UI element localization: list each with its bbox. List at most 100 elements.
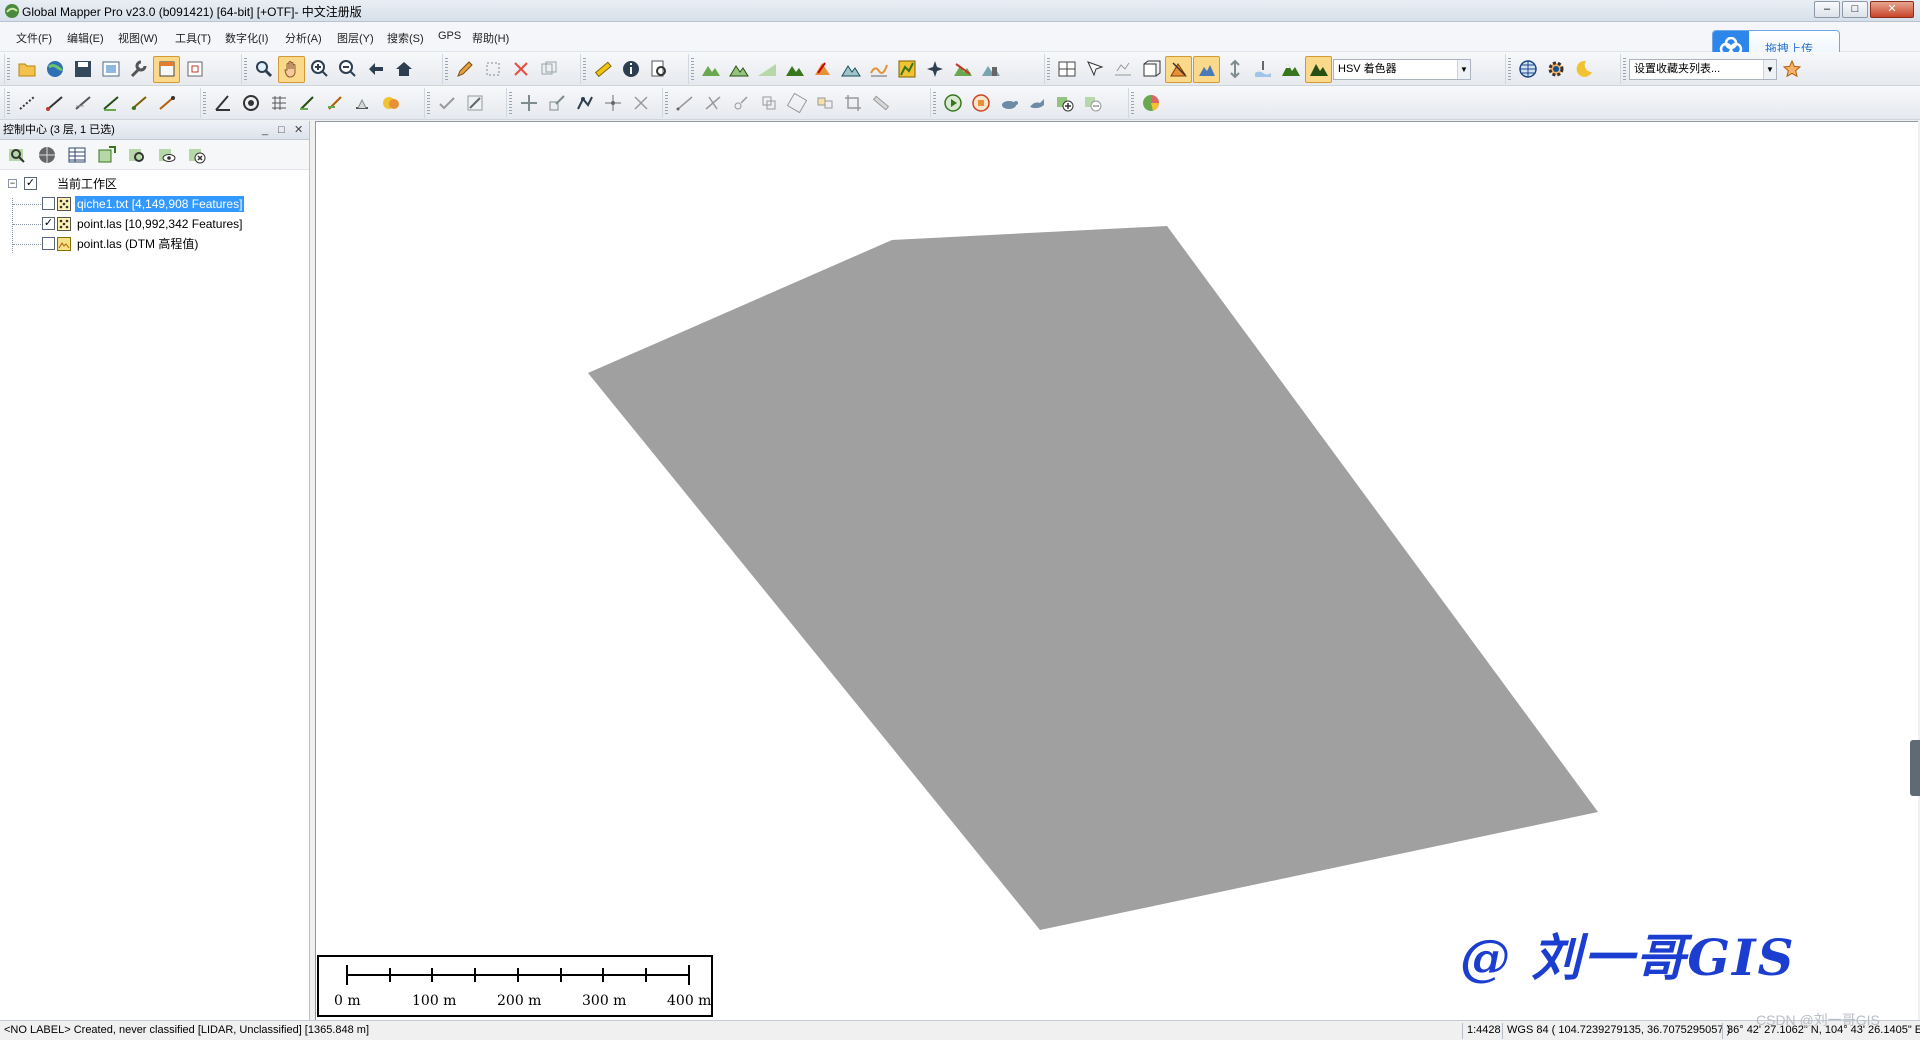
shader-select[interactable]: HSV 着色器 ▼	[1333, 58, 1471, 80]
cut-fill-icon[interactable]	[781, 56, 808, 83]
3d-path-icon[interactable]	[1109, 56, 1136, 83]
remove-waypoint-icon[interactable]	[1079, 90, 1106, 117]
split-view-icon[interactable]	[1053, 56, 1080, 83]
control-center-icon[interactable]	[153, 55, 180, 83]
menu-file[interactable]: 文件(F)	[16, 30, 52, 46]
terrain-color-icon[interactable]	[1277, 56, 1304, 83]
side-dock-tab[interactable]	[1910, 740, 1920, 796]
projection-globe-icon[interactable]	[1514, 56, 1541, 83]
home-icon[interactable]	[390, 56, 417, 83]
slope-icon[interactable]	[753, 56, 780, 83]
measure-ruler-icon[interactable]	[589, 56, 616, 83]
merge-feature-icon[interactable]	[349, 90, 376, 117]
online-data-globe-icon[interactable]	[41, 56, 68, 83]
select-rect-icon[interactable]	[479, 56, 506, 83]
layer-globe-icon[interactable]	[35, 143, 59, 167]
line-tool-6-icon[interactable]	[811, 90, 838, 117]
combine-shapes-icon[interactable]	[377, 90, 404, 117]
layer-row[interactable]: qiche1.txt [4,149,908 Features]	[0, 194, 309, 214]
favorite-star-icon[interactable]	[1778, 56, 1805, 83]
menu-view[interactable]: 视图(W)	[118, 30, 158, 46]
menu-gps[interactable]: GPS	[438, 30, 461, 42]
measure-line-icon[interactable]	[867, 90, 894, 117]
turtle-icon[interactable]	[995, 90, 1022, 117]
3d-view-icon[interactable]	[1137, 56, 1164, 83]
line-tool-3-icon[interactable]	[727, 90, 754, 117]
panel-minimize-button[interactable]: _	[262, 121, 268, 139]
panel-close-button[interactable]: ✕	[294, 121, 303, 139]
close-button[interactable]: ✕	[1870, 1, 1914, 18]
create-area-icon[interactable]	[97, 90, 124, 117]
extract-building-icon[interactable]	[977, 56, 1004, 83]
info-icon[interactable]	[617, 56, 644, 83]
shader-mountain-icon[interactable]	[1305, 55, 1332, 83]
zoom-tool-icon[interactable]	[250, 56, 277, 83]
menu-tools[interactable]: 工具(T)	[175, 30, 211, 46]
line-tool-2-icon[interactable]	[699, 90, 726, 117]
menu-search[interactable]: 搜索(S)	[387, 30, 424, 46]
copy-feature-icon[interactable]	[535, 56, 562, 83]
vertex-edit-icon[interactable]	[293, 90, 320, 117]
collapse-icon[interactable]: −	[8, 179, 17, 188]
target-icon[interactable]	[237, 90, 264, 117]
attribute-table-icon[interactable]	[65, 143, 89, 167]
watershed-icon[interactable]	[837, 56, 864, 83]
menu-help[interactable]: 帮助(H)	[472, 30, 509, 46]
reshape-icon[interactable]	[571, 90, 598, 117]
layer-row[interactable]: ✓ point.las [10,992,342 Features]	[0, 214, 309, 234]
add-waypoint-icon[interactable]	[1051, 90, 1078, 117]
terrain-icon[interactable]	[697, 56, 724, 83]
line-tool-icon[interactable]	[671, 90, 698, 117]
zoom-in-icon[interactable]	[306, 56, 333, 83]
line-tool-4-icon[interactable]	[755, 90, 782, 117]
line-tool-5-icon[interactable]	[783, 90, 810, 117]
contour-icon[interactable]	[725, 56, 752, 83]
layer-checkbox[interactable]	[42, 197, 55, 210]
menu-digitize[interactable]: 数字化(I)	[225, 30, 268, 46]
lidar-classify-icon[interactable]	[949, 56, 976, 83]
map-view[interactable]	[315, 121, 1918, 1020]
light-direction-icon[interactable]	[1081, 56, 1108, 83]
play-icon[interactable]	[939, 90, 966, 117]
favorites-select[interactable]: 设置收藏夹列表... ▼	[1629, 58, 1777, 80]
create-area-2-icon[interactable]	[125, 90, 152, 117]
shaded-relief-icon[interactable]	[1165, 55, 1192, 83]
export-image-icon[interactable]	[97, 56, 124, 83]
menu-edit[interactable]: 编辑(E)	[67, 30, 104, 46]
water-level-icon[interactable]	[1249, 56, 1276, 83]
edit-vertices-icon[interactable]	[461, 90, 488, 117]
pan-hand-icon[interactable]	[278, 55, 305, 83]
delete-x-icon[interactable]	[507, 56, 534, 83]
path-profile-icon[interactable]	[865, 56, 892, 83]
move-icon[interactable]	[515, 90, 542, 117]
raster-calc-icon[interactable]	[893, 56, 920, 83]
point-cloud-extent-polygon[interactable]	[588, 226, 1598, 930]
layer-checkbox[interactable]: ✓	[42, 217, 55, 230]
zoom-out-icon[interactable]	[334, 56, 361, 83]
vertical-exag-icon[interactable]	[1221, 56, 1248, 83]
save-icon[interactable]	[69, 56, 96, 83]
scale-icon[interactable]	[543, 90, 570, 117]
overview-map-icon[interactable]	[181, 56, 208, 83]
hillshade-icon[interactable]	[1193, 55, 1220, 83]
minimize-button[interactable]: –	[1814, 1, 1840, 18]
rotate-icon[interactable]	[627, 90, 654, 117]
panel-float-button[interactable]: □	[278, 121, 285, 139]
grid-edit-icon[interactable]	[265, 90, 292, 117]
create-point-icon[interactable]	[153, 90, 180, 117]
menu-analysis[interactable]: 分析(A)	[285, 30, 322, 46]
open-folder-icon[interactable]	[13, 56, 40, 83]
move-vertex-icon[interactable]	[599, 90, 626, 117]
crop-icon[interactable]	[839, 90, 866, 117]
workspace-checkbox[interactable]: ✓	[24, 177, 37, 190]
pencil-icon[interactable]	[451, 56, 478, 83]
layer-search-icon[interactable]	[125, 143, 149, 167]
search-feature-icon[interactable]	[645, 56, 672, 83]
checkmark-icon[interactable]	[433, 90, 460, 117]
split-feature-icon[interactable]	[321, 90, 348, 117]
pie-chart-icon[interactable]	[1137, 90, 1164, 117]
view-shed-icon[interactable]	[809, 56, 836, 83]
close-layer-icon[interactable]	[185, 143, 209, 167]
flight-path-icon[interactable]	[921, 56, 948, 83]
workspace-row[interactable]: − ✓ 当前工作区	[0, 174, 309, 194]
